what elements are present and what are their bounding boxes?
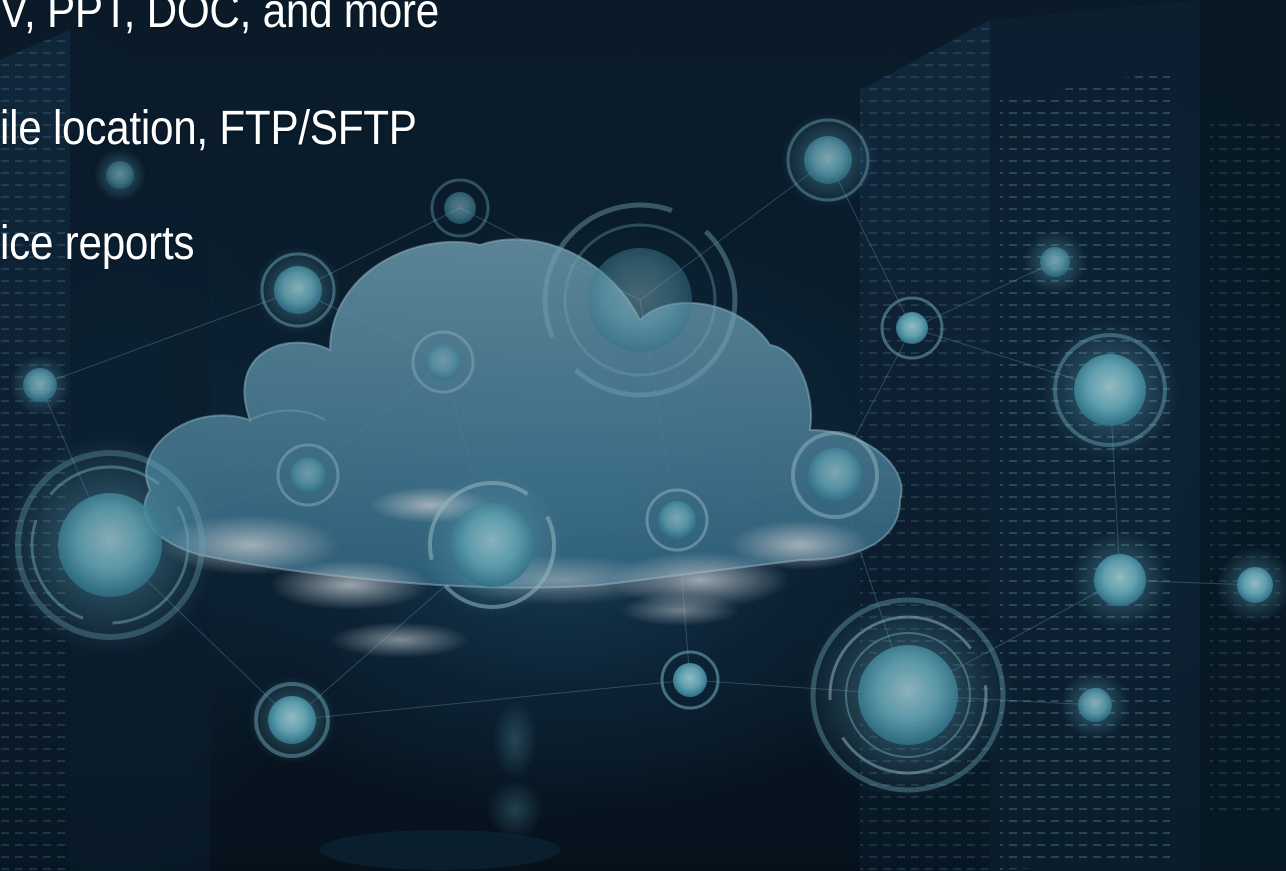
cloud-network-illustration — [0, 0, 1286, 871]
slide-canvas: V, PPT, DOC, and more ile location, FTP/… — [0, 0, 1286, 871]
